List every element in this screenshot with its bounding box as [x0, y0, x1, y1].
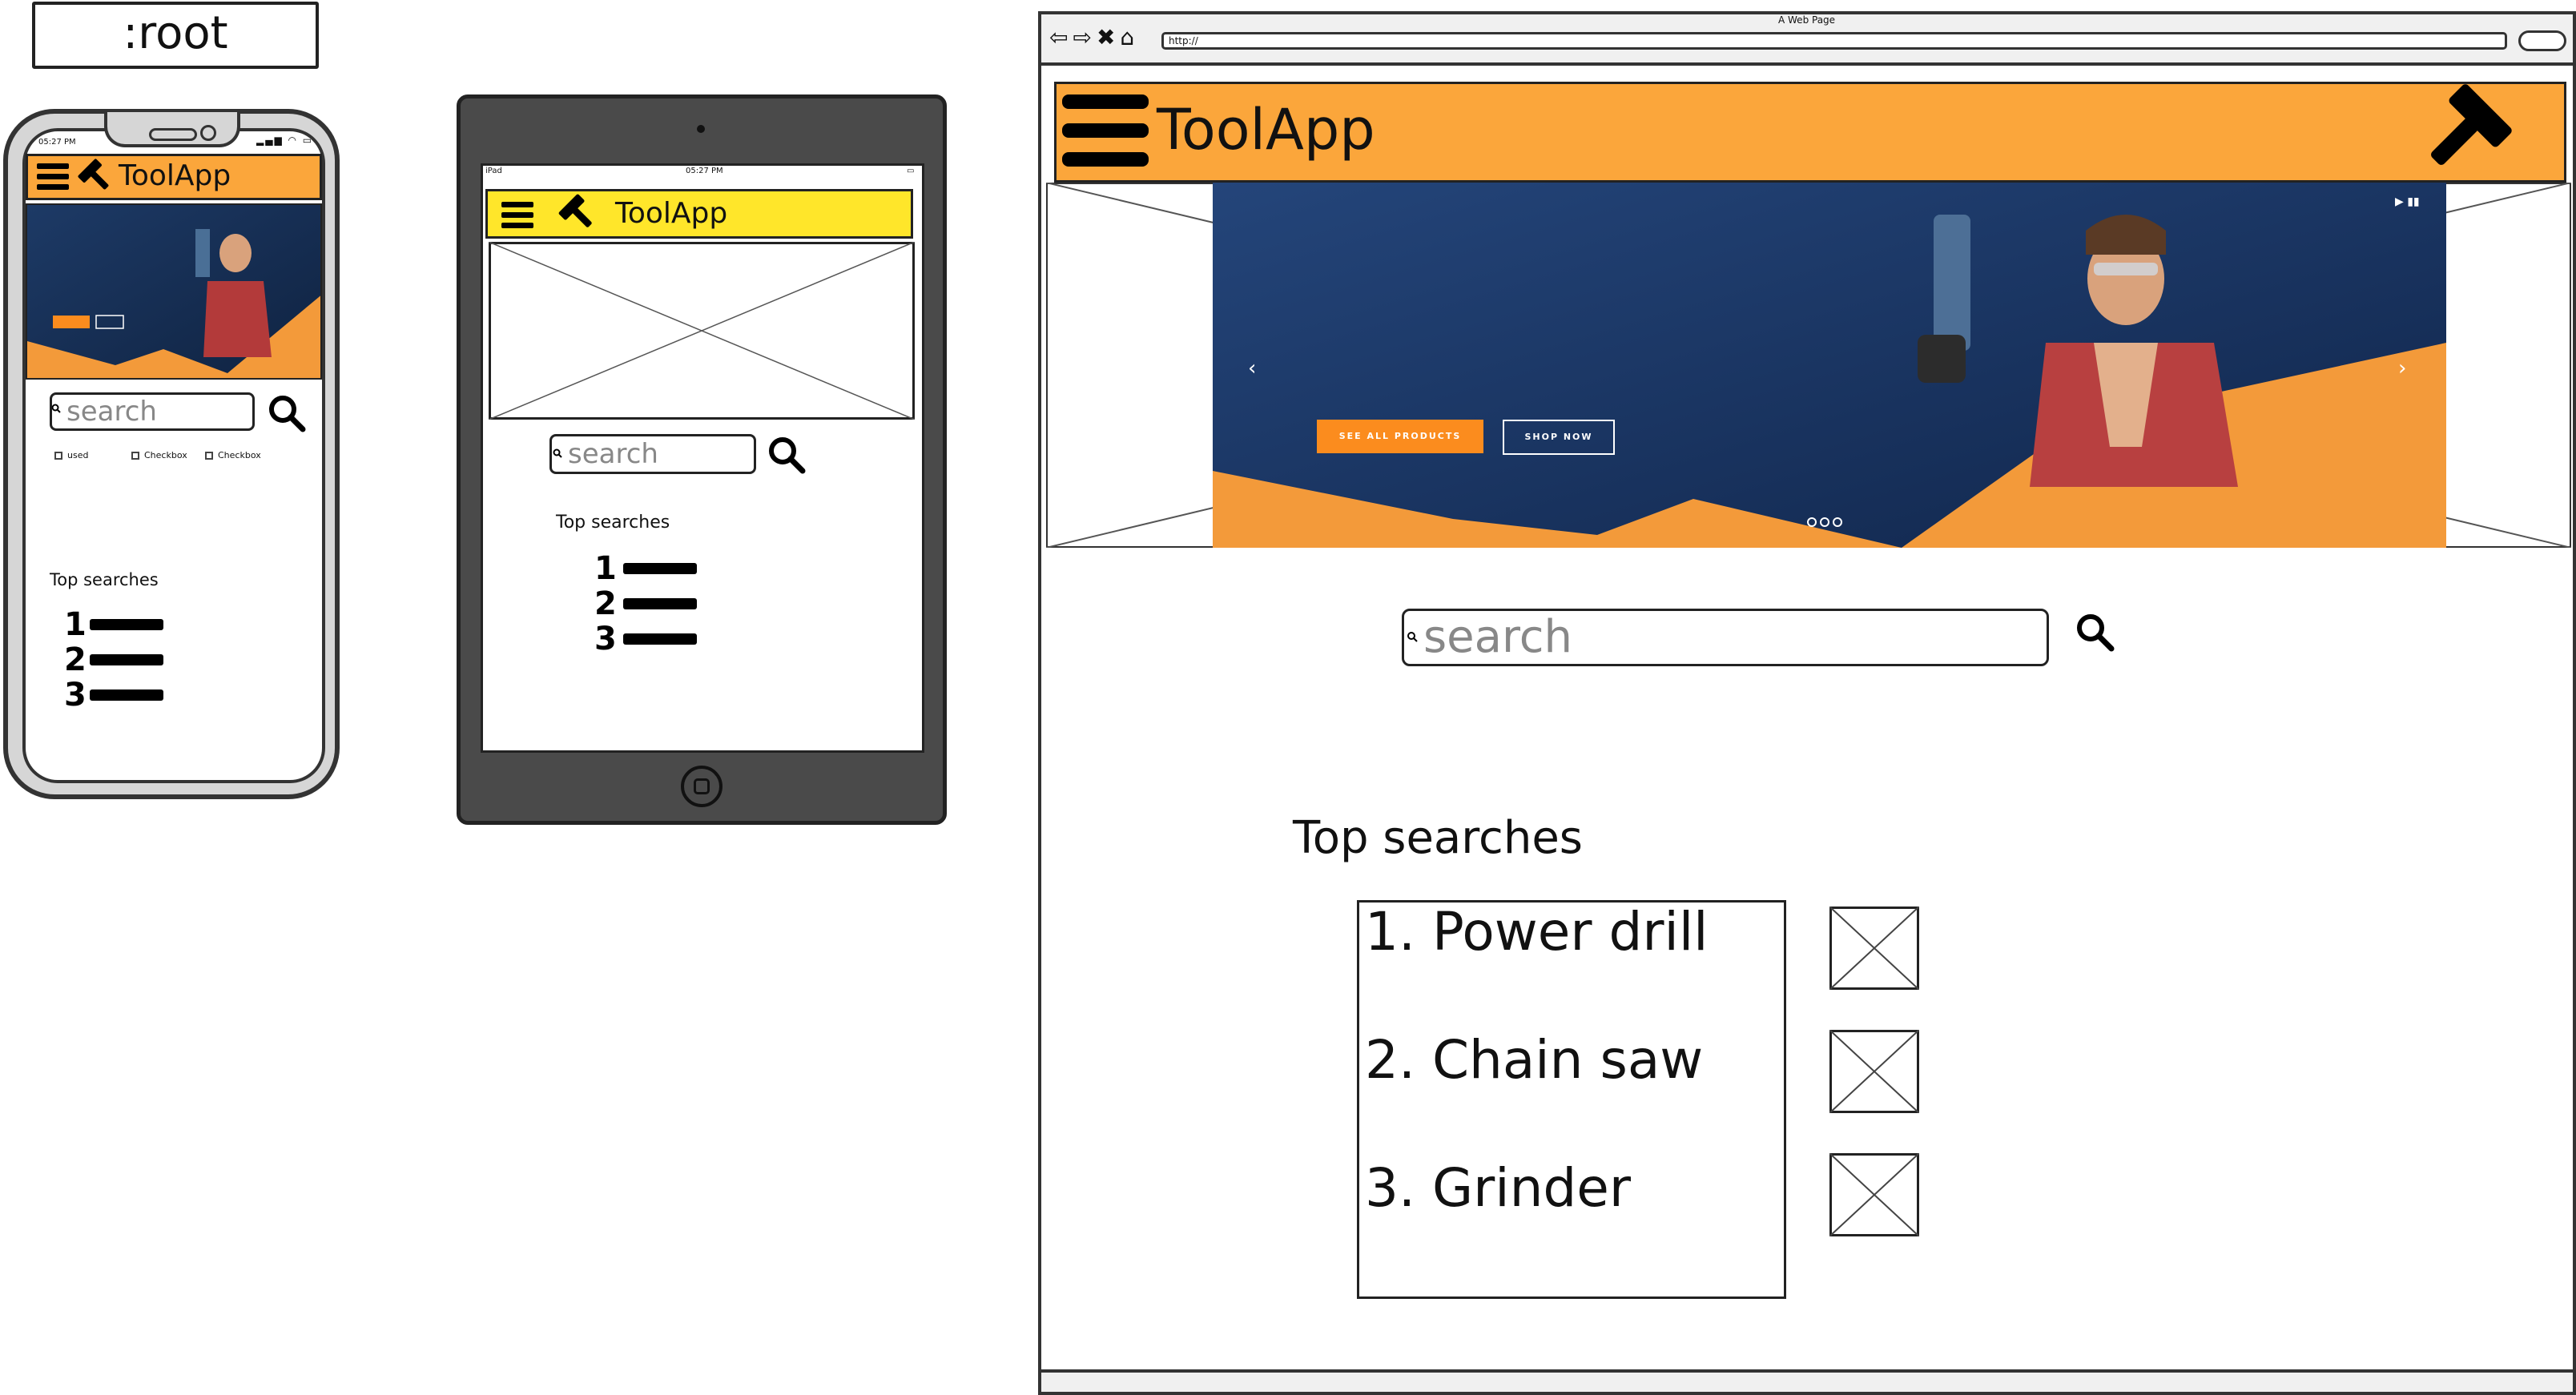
- browser-search-small-icon: [1407, 632, 1418, 642]
- phone-hamburger-icon[interactable]: [35, 162, 72, 192]
- list-item[interactable]: 2. Chain saw: [1365, 1028, 1703, 1092]
- hero-prev-arrow[interactable]: ‹: [1248, 356, 1256, 380]
- browser-search-pill[interactable]: [2518, 30, 2566, 51]
- browser-url-bar[interactable]: http://: [1161, 32, 2507, 50]
- browser-search-input[interactable]: search: [1402, 609, 2049, 666]
- tablet-search-small-icon: [553, 448, 562, 458]
- browser-window-title: A Web Page: [1778, 14, 1836, 26]
- checkbox-label: Checkbox: [144, 450, 187, 460]
- browser-hamburger-icon[interactable]: [1059, 91, 1152, 171]
- browser-hammer-icon[interactable]: [2411, 83, 2517, 181]
- phone-camera: [200, 125, 216, 141]
- phone-status-time: 05:27 PM: [38, 138, 76, 147]
- list-number: 1: [594, 550, 617, 587]
- tablet-hamburger-icon[interactable]: [500, 200, 537, 231]
- phone-checkbox-2[interactable]: Checkbox: [131, 450, 187, 460]
- tablet-home-square-icon: [694, 778, 710, 794]
- tablet-search-input[interactable]: search: [549, 434, 756, 474]
- phone-hammer-icon: [78, 159, 109, 190]
- browser-status-bar: [1041, 1369, 2573, 1392]
- tablet-search-icon[interactable]: [767, 436, 806, 474]
- see-all-products-button[interactable]: SEE ALL PRODUCTS: [1317, 420, 1483, 453]
- phone-search-icon[interactable]: [268, 394, 306, 432]
- browser-nav-buttons: ⇦⇨✖⌂: [1049, 24, 1139, 51]
- power-drill-image-placeholder: [1829, 907, 1919, 990]
- close-icon[interactable]: ✖: [1097, 24, 1120, 50]
- back-icon[interactable]: ⇦: [1049, 24, 1073, 50]
- list-number: 2: [64, 641, 87, 678]
- phone-speaker: [149, 128, 197, 141]
- browser-top-searches-label: Top searches: [1293, 812, 1583, 864]
- browser-app-title: ToolApp: [1157, 97, 1375, 163]
- phone-hero-banner[interactable]: [26, 203, 322, 380]
- tablet-hammer-icon: [558, 194, 592, 227]
- phone-numbered-list-icon: 1 2 3: [64, 607, 163, 713]
- checkbox-box[interactable]: [54, 451, 62, 460]
- phone-status-icons: ▂▄▆ ◠ ▭: [256, 135, 314, 146]
- grinder-image-placeholder: [1829, 1153, 1919, 1236]
- tablet-app-title: ToolApp: [615, 197, 728, 230]
- browser-hero-image: ‹ › ▶ ▮▮: [1213, 183, 2446, 548]
- phone-top-searches-label: Top searches: [50, 570, 159, 589]
- list-item[interactable]: 3. Grinder: [1365, 1156, 1631, 1220]
- chain-saw-image-placeholder: [1829, 1030, 1919, 1113]
- phone-app-title: ToolApp: [119, 159, 231, 192]
- tablet-battery-icon: ▭: [907, 167, 915, 175]
- svg-text:▶ ▮▮: ▶ ▮▮: [2395, 195, 2420, 208]
- tablet-status-device: iPad: [485, 167, 502, 175]
- tablet-status-time: 05:27 PM: [686, 167, 723, 175]
- hero-next-arrow[interactable]: ›: [2398, 356, 2406, 380]
- tablet-camera: [697, 125, 705, 133]
- list-item[interactable]: 1. Power drill: [1365, 900, 1709, 964]
- phone-hero-image: [27, 205, 320, 378]
- browser-hero-banner[interactable]: ‹ › ▶ ▮▮ SEE ALL PRODUCTS SHOP NOW: [1213, 183, 2446, 548]
- list-number: 2: [594, 585, 617, 622]
- list-number: 1: [64, 606, 87, 643]
- phone-search-small-icon: [51, 404, 61, 413]
- shop-now-button[interactable]: SHOP NOW: [1503, 420, 1615, 455]
- tablet-image-placeholder: [489, 242, 915, 420]
- root-label: :root: [32, 2, 319, 69]
- tablet-top-searches-label: Top searches: [556, 513, 670, 533]
- checkbox-box[interactable]: [131, 451, 139, 460]
- forward-icon[interactable]: ⇨: [1073, 24, 1096, 50]
- checkbox-label: Checkbox: [218, 450, 261, 460]
- home-icon[interactable]: ⌂: [1120, 24, 1139, 50]
- phone-checkbox-used[interactable]: used: [54, 450, 88, 460]
- checkbox-label: used: [67, 450, 89, 460]
- list-number: 3: [594, 621, 617, 657]
- tablet-numbered-list-icon: 1 2 3: [594, 551, 697, 657]
- checkbox-box[interactable]: [205, 451, 213, 460]
- phone-search-input[interactable]: search: [50, 392, 255, 431]
- list-number: 3: [64, 677, 87, 714]
- browser-search-icon[interactable]: [2075, 612, 2116, 653]
- phone-checkbox-3[interactable]: Checkbox: [205, 450, 261, 460]
